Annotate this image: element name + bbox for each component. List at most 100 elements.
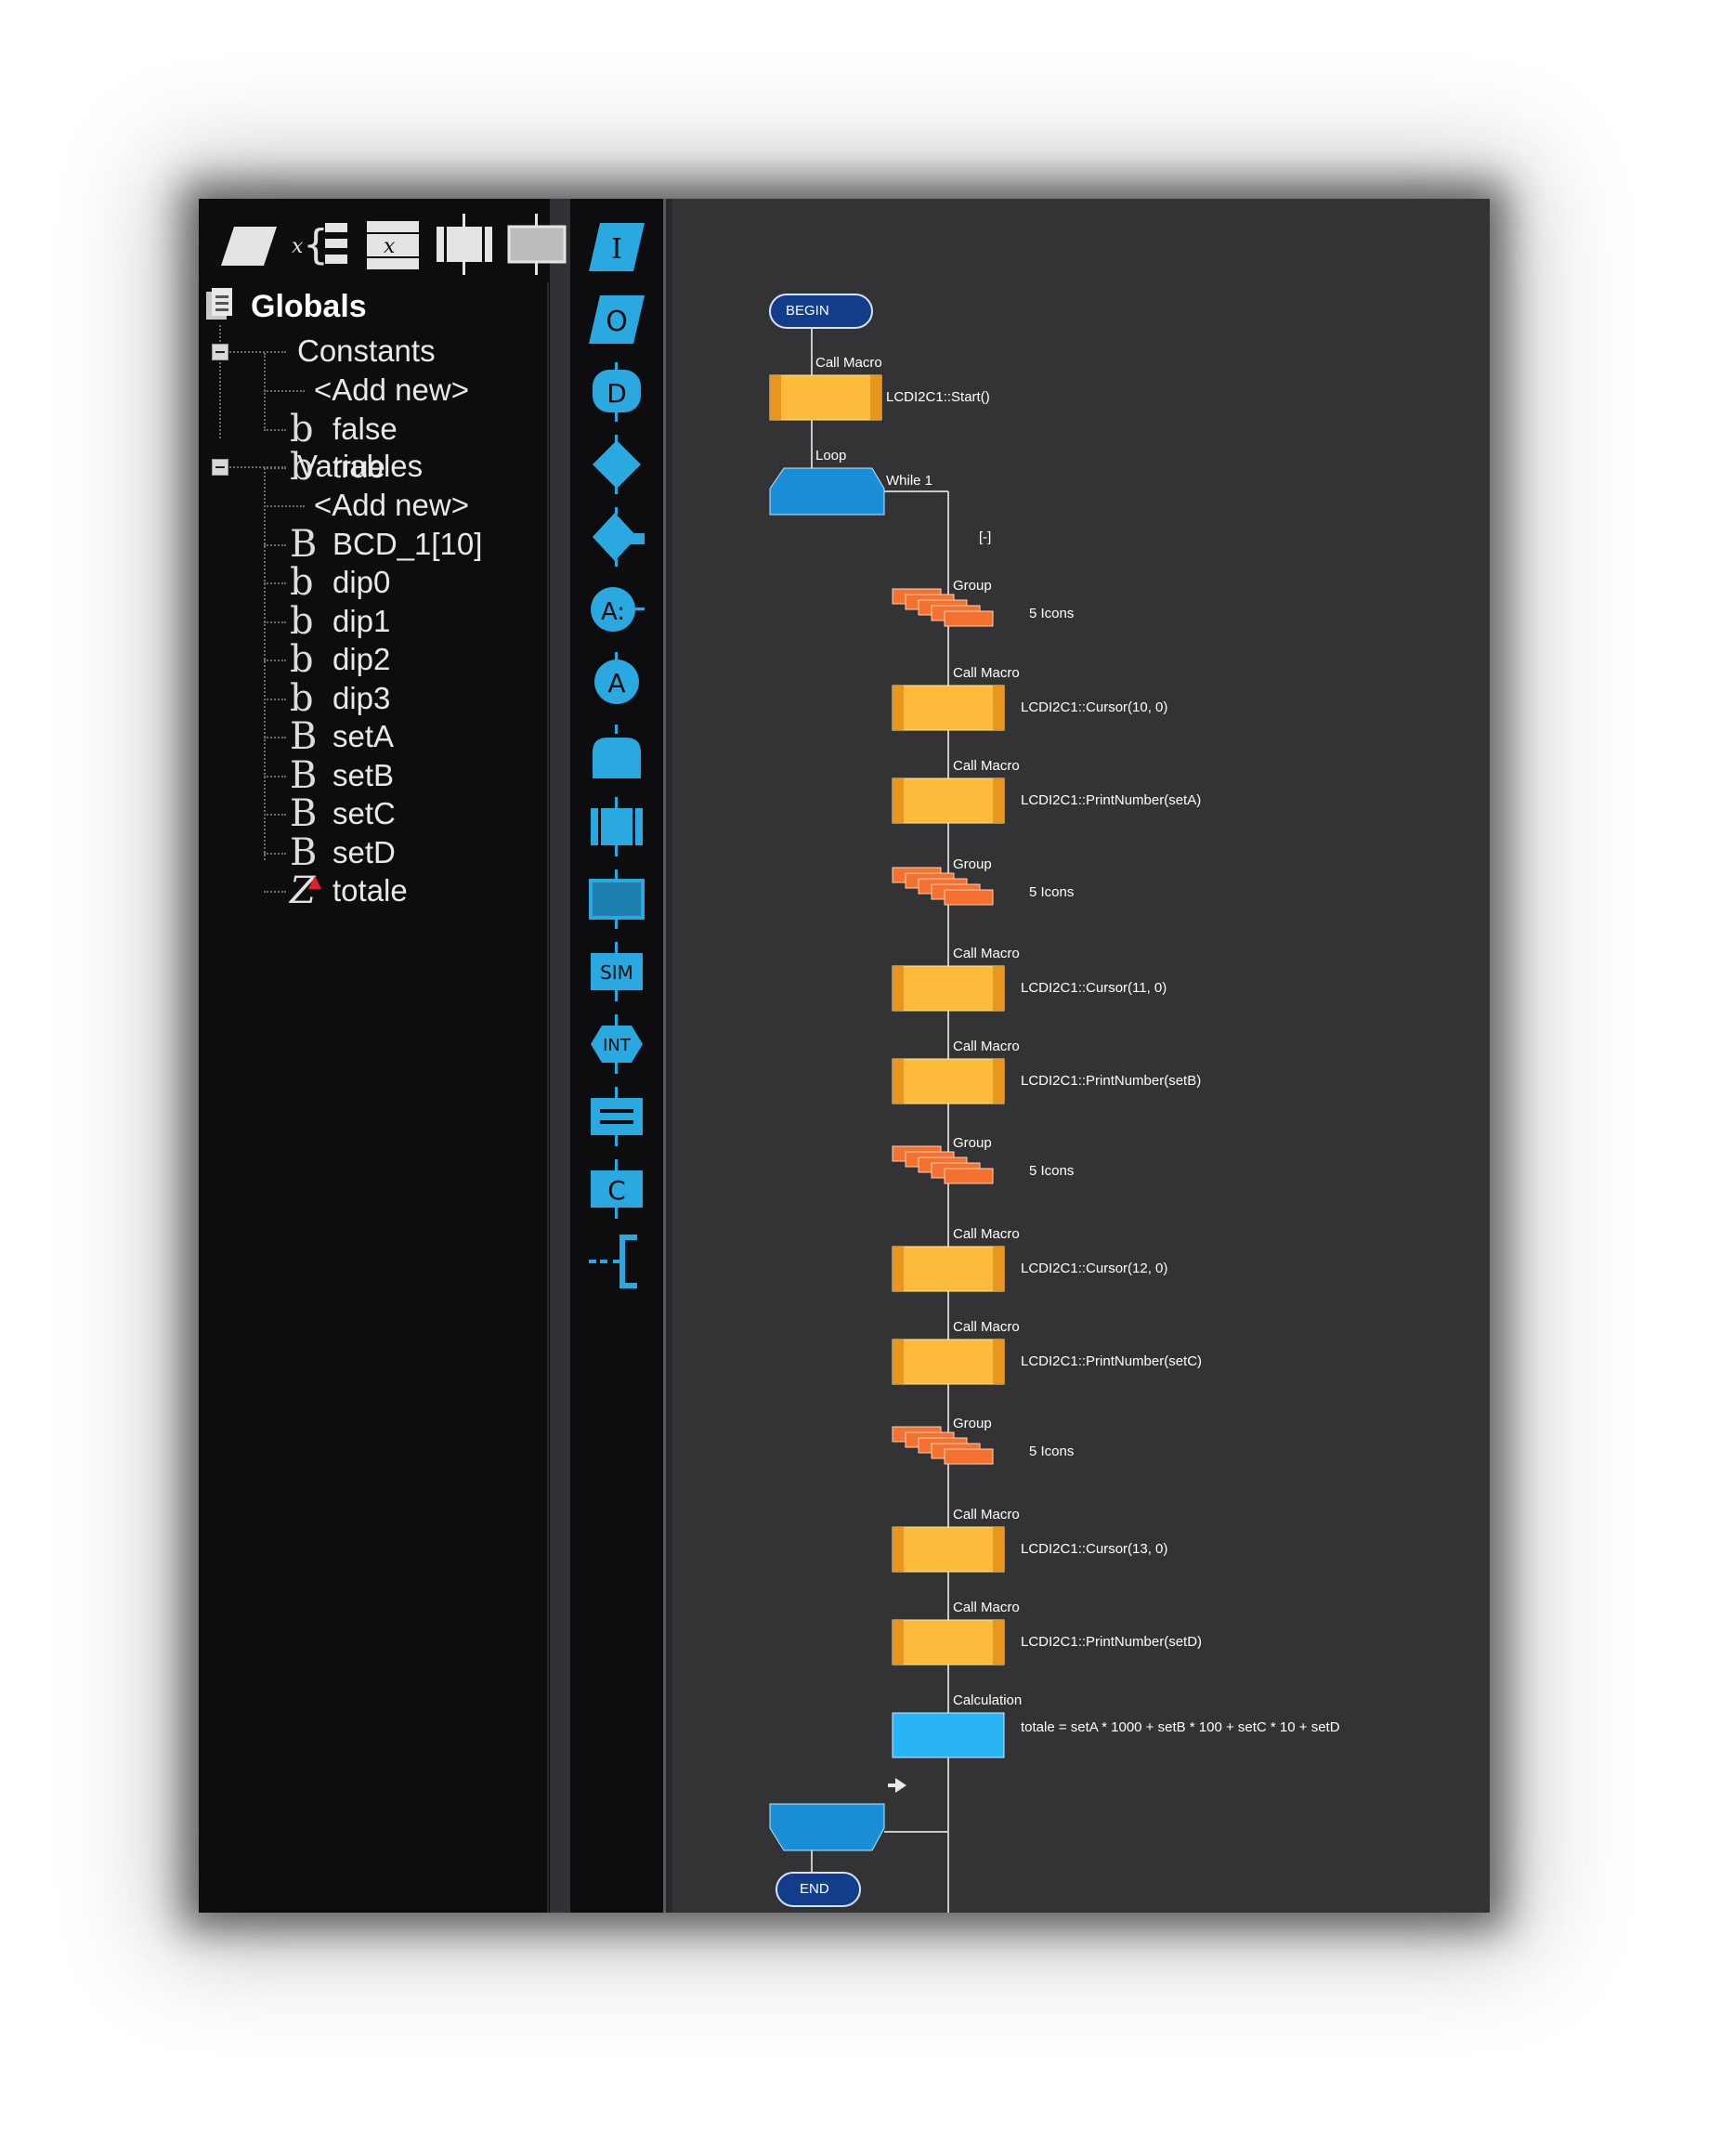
loop-while-top[interactable]: [769, 467, 885, 516]
step-description: 5 Icons: [1029, 884, 1075, 900]
delay-icon-letter: D: [606, 378, 627, 409]
tree-item-dip1[interactable]: dip1: [332, 603, 390, 640]
step-label: Group: [953, 578, 992, 594]
tree-item-totale[interactable]: totale: [332, 872, 408, 909]
call-macro-13[interactable]: [892, 1619, 1005, 1666]
call-macro-10[interactable]: [892, 1339, 1005, 1385]
variable-list-icon[interactable]: x {: [292, 210, 351, 281]
svg-text:x: x: [384, 235, 396, 258]
step-label: Group: [953, 1135, 992, 1151]
variables-collapse-toggle[interactable]: [212, 459, 228, 476]
parallelogram-icon[interactable]: [219, 210, 279, 281]
tree-add-new[interactable]: <Add new>: [314, 487, 469, 524]
simulation-icon-letters: SIM: [600, 961, 633, 984]
type-byte-icon: B: [290, 715, 318, 758]
hatched-box-icon[interactable]: [507, 210, 567, 281]
begin-terminal-text: BEGIN: [786, 303, 829, 319]
component-icon-letter: C: [607, 1175, 626, 1206]
step-label: Call Macro: [953, 1226, 1020, 1242]
call-macro-4[interactable]: [892, 777, 1005, 824]
step-description: LCDI2C1::PrintNumber(setA): [1021, 792, 1202, 808]
component-macro-icon[interactable]: [587, 869, 646, 929]
tree-item-dip3[interactable]: dip3: [332, 680, 390, 717]
type-bool-icon: b: [290, 599, 314, 643]
type-bool-icon: b: [290, 407, 314, 451]
type-byte-icon: B: [290, 830, 318, 874]
type-bool-icon: b: [290, 561, 314, 604]
step-label: Loop: [815, 448, 847, 464]
step-label: Call Macro: [953, 1039, 1020, 1054]
type-byte-icon: B: [290, 792, 318, 835]
step-label: Call Macro: [953, 1600, 1020, 1615]
call-macro-6[interactable]: [892, 965, 1005, 1012]
svg-text:{: {: [303, 221, 329, 268]
step-label: Call Macro: [953, 1319, 1020, 1335]
call-macro-9[interactable]: [892, 1246, 1005, 1292]
tree-item-bcd110[interactable]: BCD_1[10]: [332, 526, 482, 563]
step-description: LCDI2C1::PrintNumber(setB): [1021, 1073, 1202, 1089]
goto-icon[interactable]: A: [587, 652, 646, 712]
step-description: 5 Icons: [1029, 1444, 1075, 1459]
step-label: Call Macro: [953, 758, 1020, 774]
goto-icon-letter: A: [607, 668, 625, 699]
type-bool-icon: b: [290, 676, 314, 720]
switch-icon[interactable]: [587, 507, 646, 567]
tree-item-setd[interactable]: setD: [332, 834, 396, 871]
constants-collapse-toggle[interactable]: [212, 344, 228, 360]
input-icon[interactable]: I: [587, 217, 646, 277]
globals-panel: x { x Globals Constants <Add new> b fals…: [199, 199, 567, 1913]
loop-icon[interactable]: [587, 725, 646, 784]
tree-item-false[interactable]: false: [332, 411, 398, 448]
call-macro-12[interactable]: [892, 1526, 1005, 1573]
flowchart-diagram: [769, 294, 1005, 1913]
step-label: Call Macro: [953, 1507, 1020, 1522]
input-icon-letter: I: [611, 233, 622, 266]
step-description: totale = setA * 1000 + setB * 100 + setC…: [1021, 1719, 1340, 1735]
tree-item-dip2[interactable]: dip2: [332, 641, 390, 678]
tree-item-seta[interactable]: setA: [332, 718, 394, 755]
macro-call-icon[interactable]: [587, 797, 646, 856]
interrupt-icon[interactable]: INT: [587, 1014, 646, 1074]
calculation-icon[interactable]: [587, 1087, 646, 1146]
connection-point-icon[interactable]: A:: [587, 580, 646, 639]
tree-item-dip0[interactable]: dip0: [332, 564, 390, 601]
step-description: LCDI2C1::Cursor(11, 0): [1021, 980, 1167, 996]
tree-item-setc[interactable]: setC: [332, 795, 396, 832]
call-macro-3[interactable]: [892, 685, 1005, 731]
tree-item-setb[interactable]: setB: [332, 757, 394, 794]
delay-icon[interactable]: D: [587, 362, 646, 422]
simulation-icon[interactable]: SIM: [587, 942, 646, 1001]
decision-icon[interactable]: [587, 435, 646, 494]
component-icon[interactable]: C: [587, 1159, 646, 1219]
calculation-totale[interactable]: [892, 1712, 1005, 1758]
step-label: Group: [953, 856, 992, 872]
variables-node[interactable]: Variables: [297, 448, 423, 485]
step-description: LCDI2C1::Cursor(12, 0): [1021, 1261, 1168, 1276]
loop-collapse-marker: [-]: [979, 529, 992, 545]
comment-icon[interactable]: [587, 1232, 646, 1291]
step-label: Group: [953, 1416, 992, 1431]
float-marker-icon: [308, 876, 321, 889]
connection-point-letter: A:: [601, 598, 625, 626]
flowchart-canvas[interactable]: BEGIN Call Macro LCDI2C1::Start() Loop While…: [672, 199, 1490, 1913]
interrupt-icon-letters: INT: [603, 1036, 632, 1055]
step-label: Call Macro: [953, 946, 1020, 961]
globals-root-label[interactable]: Globals: [251, 288, 367, 325]
output-icon[interactable]: O: [587, 290, 646, 349]
call-macro-start[interactable]: [769, 374, 882, 421]
step-description: 5 Icons: [1029, 606, 1075, 621]
constants-node[interactable]: Constants: [297, 333, 436, 370]
step-description: LCDI2C1::Cursor(10, 0): [1021, 699, 1168, 715]
step-description: LCDI2C1::PrintNumber(setC): [1021, 1353, 1203, 1369]
step-label: Call Macro: [953, 665, 1020, 681]
step-description: LCDI2C1::Cursor(13, 0): [1021, 1541, 1168, 1557]
step-description: 5 Icons: [1029, 1163, 1075, 1179]
step-description: LCDI2C1::PrintNumber(setD): [1021, 1634, 1203, 1650]
type-bool-icon: b: [290, 638, 314, 681]
step-label: Call Macro: [815, 355, 882, 371]
variable-box-icon[interactable]: x: [363, 210, 423, 281]
tree-add-new[interactable]: <Add new>: [314, 372, 469, 409]
macro-box-icon[interactable]: [435, 210, 494, 281]
call-macro-7[interactable]: [892, 1058, 1005, 1104]
loop-while-bottom[interactable]: [769, 1803, 885, 1851]
